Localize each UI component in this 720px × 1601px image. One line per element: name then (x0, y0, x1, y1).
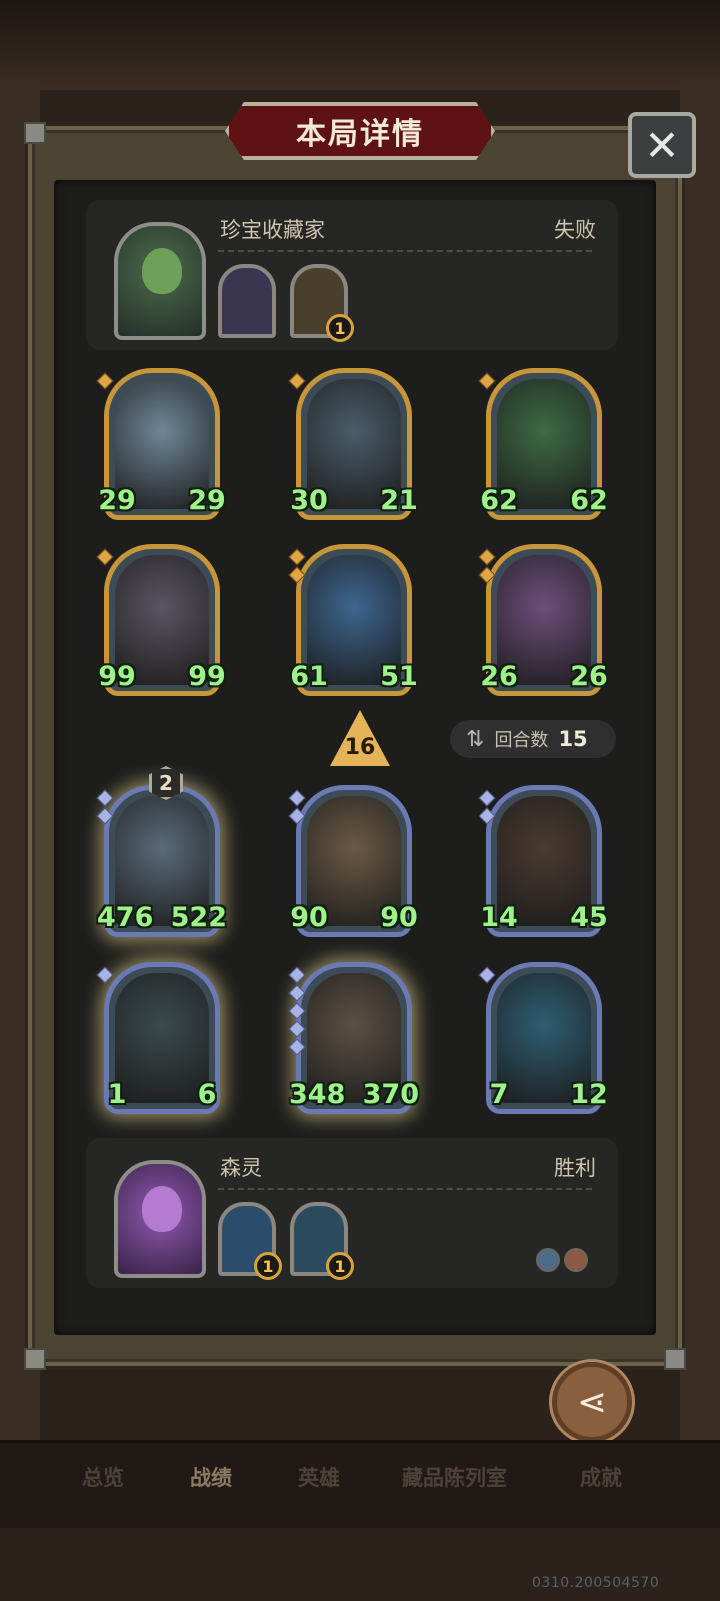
health-stat: 26 (569, 655, 609, 697)
health-stat: 6 (187, 1073, 227, 1115)
opponent-name: 珍宝收藏家 (220, 218, 325, 242)
attack-stat: 14 (479, 896, 519, 938)
close-icon: ✕ (644, 120, 680, 170)
round-label: 回合数 (494, 730, 549, 751)
minion-card[interactable]: 7 12 (478, 962, 609, 1114)
tab-achievements[interactable]: 成就 (580, 1462, 622, 1492)
attack-stat: 26 (479, 655, 519, 697)
attack-stat: 1 (97, 1073, 137, 1115)
health-stat: 21 (379, 479, 419, 521)
attack-stat: 99 (97, 655, 137, 697)
health-stat: 522 (171, 896, 227, 938)
player-panel: 森灵 胜利 1 1 (86, 1138, 618, 1288)
health-stat: 370 (363, 1073, 419, 1115)
opponent-result: 失败 (554, 218, 596, 242)
top-background (0, 0, 720, 90)
right-wall (680, 80, 720, 1440)
trinket-count-badge: 1 (254, 1252, 282, 1280)
share-button[interactable]: ⋖ (552, 1362, 632, 1442)
minion-card[interactable]: 99 99 (96, 544, 227, 696)
frame-corner (664, 1348, 686, 1370)
goblin-face-icon (142, 248, 182, 294)
attack-stat: 29 (97, 479, 137, 521)
round-value: 15 (558, 727, 588, 751)
page-title: 本局详情 (296, 117, 424, 152)
attack-stat: 90 (289, 896, 329, 938)
player-trinket[interactable]: 1 (218, 1202, 282, 1280)
trinket-count-badge: 1 (326, 1252, 354, 1280)
divider (218, 1188, 592, 1190)
attack-stat: 61 (289, 655, 329, 697)
health-stat: 45 (569, 896, 609, 938)
minion-card[interactable]: 29 29 (96, 368, 227, 520)
minion-card[interactable]: 90 90 (288, 785, 419, 937)
divider (218, 250, 592, 252)
attack-stat: 348 (289, 1073, 345, 1115)
player-name: 森灵 (220, 1156, 262, 1180)
opponent-hero-portrait[interactable] (114, 222, 206, 340)
health-stat: 29 (187, 479, 227, 521)
health-stat: 62 (569, 479, 609, 521)
health-stat: 99 (187, 655, 227, 697)
attack-stat: 30 (289, 479, 329, 521)
player-result: 胜利 (554, 1156, 596, 1180)
frame-corner (24, 1348, 46, 1370)
opponent-panel: 珍宝收藏家 失败 1 (86, 200, 618, 350)
health-stat: 90 (379, 896, 419, 938)
title-plate: 本局详情 (225, 102, 495, 160)
minion-card[interactable]: 26 26 (478, 544, 609, 696)
attack-stat: 7 (479, 1073, 519, 1115)
frame-corner (24, 122, 46, 144)
close-button[interactable]: ✕ (628, 112, 696, 178)
tab-overview[interactable]: 总览 (82, 1462, 124, 1492)
minion-card[interactable]: 62 62 (478, 368, 609, 520)
minion-card[interactable]: 30 21 (288, 368, 419, 520)
tab-collection-gallery[interactable]: 藏品陈列室 (402, 1462, 507, 1492)
health-stat: 51 (379, 655, 419, 697)
minion-card[interactable]: 16 (96, 962, 227, 1114)
minion-card[interactable]: 14 45 (478, 785, 609, 937)
trinket-count-badge: 1 (326, 314, 354, 342)
sword-emblem-icon (536, 1248, 560, 1272)
attack-stat: 62 (479, 479, 519, 521)
tab-heroes[interactable]: 英雄 (298, 1462, 340, 1492)
player-hero-portrait[interactable] (114, 1160, 206, 1278)
attack-stat: 476 (97, 896, 153, 938)
tab-records[interactable]: 战绩 (190, 1462, 232, 1492)
minion-card[interactable]: 61 51 (288, 544, 419, 696)
minion-card[interactable]: 348 370 (288, 962, 419, 1114)
player-trinket[interactable]: 1 (290, 1202, 354, 1280)
share-icon: ⋖ (576, 1381, 608, 1423)
dragon-face-icon (142, 1186, 182, 1232)
version-text: 0310.200504570 (532, 1575, 660, 1591)
swap-arrows-icon: ⇅ (466, 726, 485, 752)
coin-emblem-icon (564, 1248, 588, 1272)
minion-card[interactable]: 476 522 2 (96, 766, 227, 937)
round-counter: ⇅ 回合数 15 (450, 720, 616, 758)
opponent-trinket[interactable]: 1 (290, 264, 354, 342)
tier-indicator-value: 16 (344, 735, 376, 760)
health-stat: 12 (569, 1073, 609, 1115)
opponent-trinket[interactable] (218, 264, 276, 338)
